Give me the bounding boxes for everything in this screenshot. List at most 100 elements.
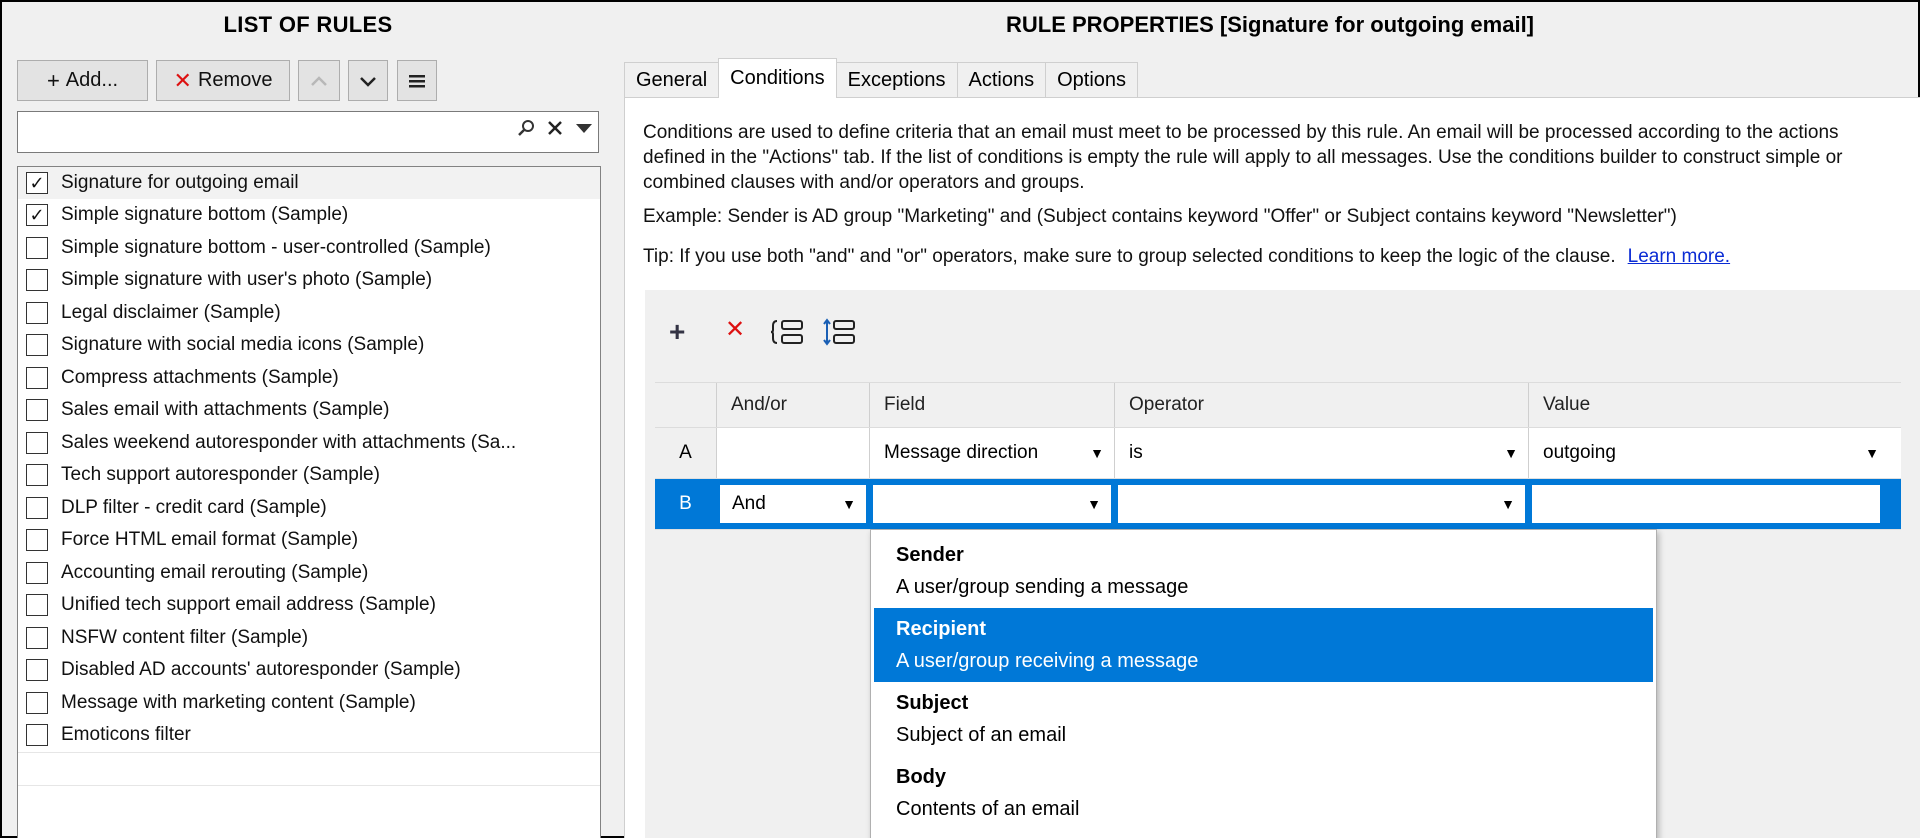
rule-list-item[interactable]: Message with marketing content (Sample) <box>18 687 600 720</box>
operator-select[interactable]: ▼ <box>1115 479 1529 529</box>
andor-cell[interactable] <box>717 428 870 478</box>
option-description: Subject of an email <box>896 724 1067 746</box>
dropdown-option-subject[interactable]: Subject Subject of an email <box>874 682 1653 756</box>
chevron-down-icon <box>360 76 376 87</box>
rule-search-input[interactable] <box>17 111 599 153</box>
rule-enabled-checkbox[interactable]: ✓ <box>26 171 48 194</box>
rule-list-item[interactable]: Disabled AD accounts' autoresponder (Sam… <box>18 655 600 687</box>
rule-enabled-checkbox[interactable] <box>26 236 48 259</box>
rules-list-title: LIST OF RULES <box>223 12 393 37</box>
rule-list-item[interactable]: Simple signature bottom - user-controlle… <box>18 232 600 265</box>
field-select[interactable]: Message direction ▼ <box>870 428 1115 478</box>
rule-list-item[interactable]: Signature with social media icons (Sampl… <box>18 330 600 362</box>
rule-enabled-checkbox[interactable] <box>26 691 48 714</box>
dropdown-arrow-icon[interactable]: ▼ <box>1090 445 1104 461</box>
rule-enabled-checkbox[interactable] <box>26 399 48 422</box>
condition-row-b[interactable]: B And ▼ ▼ ▼ <box>655 479 1901 530</box>
add-rule-label: Add... <box>65 69 119 91</box>
rule-enabled-checkbox[interactable] <box>26 334 48 357</box>
operator-select[interactable]: is ▼ <box>1115 428 1529 478</box>
move-up-button[interactable] <box>298 60 340 101</box>
operator-editbox[interactable]: ▼ <box>1118 485 1525 523</box>
value-select[interactable]: outgoing ▼ <box>1529 428 1901 478</box>
tab-general[interactable]: General <box>624 62 720 98</box>
menu-button[interactable] <box>397 60 437 101</box>
rule-enabled-checkbox[interactable] <box>26 269 48 292</box>
rule-label: Force HTML email format (Sample) <box>61 529 359 551</box>
rule-list-item[interactable]: Force HTML email format (Sample) <box>18 525 600 557</box>
rule-label: Accounting email rerouting (Sample) <box>61 561 369 583</box>
header-operator: Operator <box>1115 383 1529 427</box>
rule-enabled-checkbox[interactable] <box>26 464 48 487</box>
conditions-example: Example: Sender is AD group "Marketing" … <box>643 206 1677 227</box>
dropdown-option-body[interactable]: Body Contents of an email <box>874 756 1653 830</box>
tab-options[interactable]: Options <box>1045 62 1139 98</box>
value-editbox[interactable] <box>1532 485 1880 523</box>
dropdown-option-recipient[interactable]: Recipient A user/group receiving a messa… <box>874 608 1653 682</box>
rules-list: ✓ Signature for outgoing email ✓ Simple sig… <box>17 166 601 838</box>
rule-label: Emoticons filter <box>61 724 191 746</box>
rule-label: DLP filter - credit card (Sample) <box>61 496 327 518</box>
andor-select[interactable]: And ▼ <box>717 479 870 529</box>
rule-list-item[interactable]: ✓ Signature for outgoing email <box>18 167 600 200</box>
field-select[interactable]: ▼ <box>870 479 1115 529</box>
value-input[interactable] <box>1529 479 1901 529</box>
rule-list-item[interactable]: Compress attachments (Sample) <box>18 362 600 395</box>
tab-exceptions[interactable]: Exceptions <box>835 62 958 98</box>
rule-label: Signature with social media icons (Sampl… <box>61 334 425 356</box>
tab-conditions[interactable]: Conditions <box>718 58 837 98</box>
rule-enabled-checkbox[interactable] <box>26 496 48 519</box>
rule-list-item[interactable]: ✓ Simple signature bottom (Sample) <box>18 200 600 232</box>
rule-list-item[interactable]: DLP filter - credit card (Sample) <box>18 492 600 525</box>
value-value: outgoing <box>1543 442 1616 463</box>
dropdown-arrow-icon[interactable]: ▼ <box>1504 445 1518 461</box>
condition-row-a[interactable]: A Message direction ▼ is ▼ outgoing ▼ <box>655 428 1901 479</box>
tab-actions[interactable]: Actions <box>956 62 1047 98</box>
ungroup-conditions-icon[interactable] <box>823 318 857 350</box>
rule-list-item[interactable]: Simple signature with user's photo (Samp… <box>18 265 600 297</box>
delete-condition-icon[interactable]: ✕ <box>725 318 745 342</box>
conditions-grid: And/or Field Operator Value A Message di… <box>655 382 1901 530</box>
dropdown-arrow-icon[interactable]: ▼ <box>1865 445 1879 461</box>
move-down-button[interactable] <box>348 60 388 101</box>
x-icon: ✕ <box>173 67 192 93</box>
dropdown-arrow-icon[interactable]: ▼ <box>1087 496 1101 512</box>
rule-enabled-checkbox[interactable] <box>26 431 48 454</box>
rule-list-item[interactable]: Legal disclaimer (Sample) <box>18 297 600 330</box>
rule-label: Message with marketing content (Sample) <box>61 691 416 713</box>
group-conditions-icon[interactable] <box>770 318 805 350</box>
add-rule-button[interactable]: + Add... <box>17 60 148 101</box>
rule-list-item[interactable]: NSFW content filter (Sample) <box>18 622 600 655</box>
rule-enabled-checkbox[interactable] <box>26 366 48 389</box>
tip-text: Tip: If you use both "and" and "or" oper… <box>643 246 1616 267</box>
rule-label: Signature for outgoing email <box>61 171 299 193</box>
rule-list-item[interactable]: Accounting email rerouting (Sample) <box>18 557 600 590</box>
option-name: Sender <box>896 544 964 566</box>
rule-enabled-checkbox[interactable]: ✓ <box>26 204 48 227</box>
empty-row <box>18 784 600 818</box>
rule-list-item[interactable]: Sales email with attachments (Sample) <box>18 395 600 427</box>
header-field: Field <box>870 383 1115 427</box>
field-editbox[interactable]: ▼ <box>873 485 1111 523</box>
rule-enabled-checkbox[interactable] <box>26 301 48 324</box>
rule-list-item[interactable]: Unified tech support email address (Samp… <box>18 590 600 622</box>
dropdown-option-sender[interactable]: Sender A user/group sending a message <box>874 534 1653 608</box>
rule-list-item[interactable]: Tech support autoresponder (Sample) <box>18 460 600 492</box>
rule-enabled-checkbox[interactable] <box>26 626 48 649</box>
rule-list-item[interactable]: Emoticons filter <box>18 720 600 752</box>
rule-enabled-checkbox[interactable] <box>26 659 48 682</box>
learn-more-link[interactable]: Learn more. <box>1628 246 1730 267</box>
rule-list-item[interactable]: Sales weekend autoresponder with attachm… <box>18 427 600 460</box>
dropdown-arrow-icon[interactable]: ▼ <box>842 496 856 512</box>
option-description: A user/group sending a message <box>896 576 1189 598</box>
dropdown-arrow-icon[interactable]: ▼ <box>1501 496 1515 512</box>
remove-rule-button[interactable]: ✕ Remove <box>156 60 290 101</box>
rule-enabled-checkbox[interactable] <box>26 724 48 747</box>
andor-editbox[interactable]: And ▼ <box>720 485 866 523</box>
header-value: Value <box>1543 394 1591 415</box>
rule-enabled-checkbox[interactable] <box>26 594 48 617</box>
operator-value: is <box>1129 442 1143 463</box>
add-condition-icon[interactable]: + <box>669 318 685 346</box>
rule-enabled-checkbox[interactable] <box>26 529 48 552</box>
rule-enabled-checkbox[interactable] <box>26 561 48 584</box>
